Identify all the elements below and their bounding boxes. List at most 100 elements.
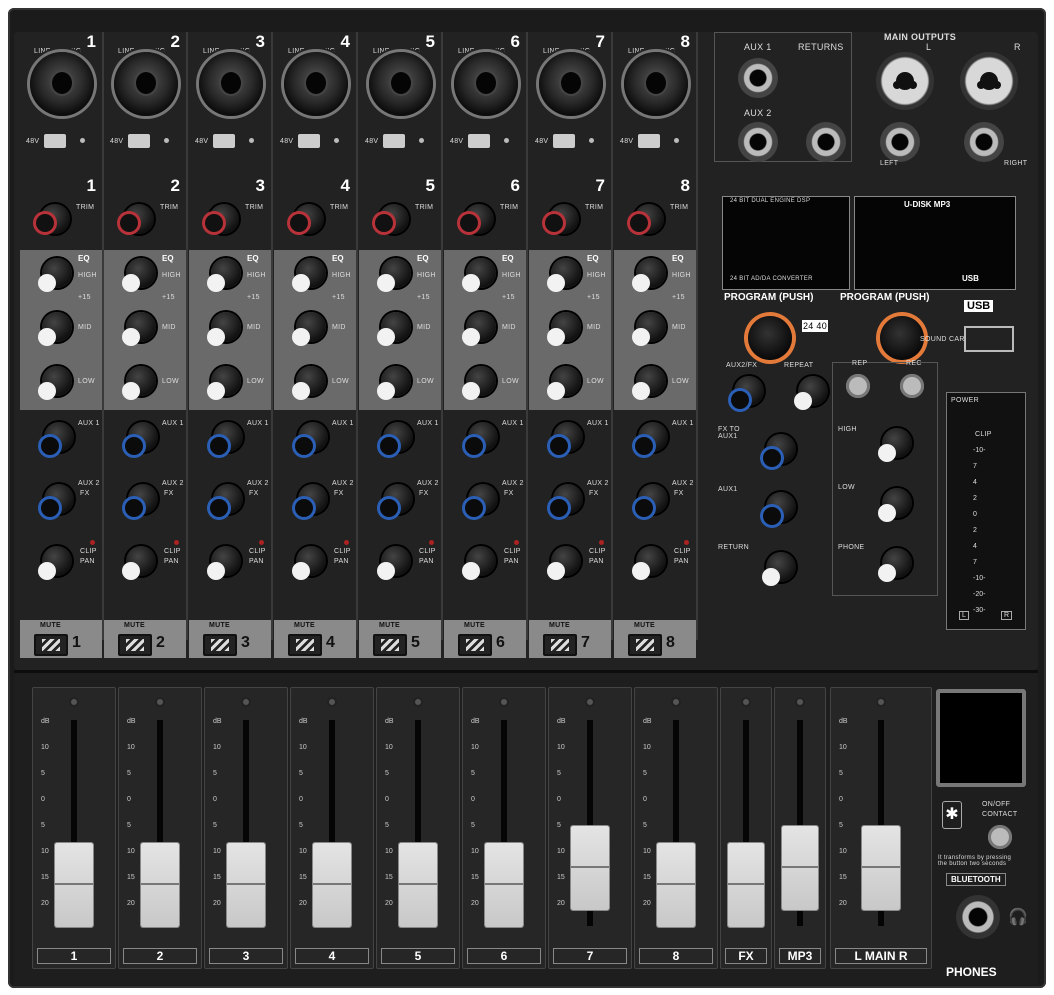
repeat-knob[interactable] <box>794 376 828 410</box>
pan-knob[interactable] <box>462 546 496 580</box>
mute-button[interactable] <box>628 634 662 656</box>
main-out-right-jack[interactable] <box>964 122 1004 162</box>
fader-knob[interactable] <box>782 826 818 910</box>
program-knob-1[interactable] <box>748 316 792 360</box>
trim-knob[interactable] <box>460 204 494 234</box>
pan-knob[interactable] <box>207 546 241 580</box>
pan-knob[interactable] <box>632 546 666 580</box>
rep-button[interactable] <box>846 374 870 398</box>
eq-high-knob[interactable] <box>547 258 581 292</box>
aux2-fx-knob[interactable] <box>125 484 158 517</box>
mute-button[interactable] <box>373 634 407 656</box>
pan-knob[interactable] <box>377 546 411 580</box>
pan-knob[interactable] <box>292 546 326 580</box>
mute-button[interactable] <box>118 634 152 656</box>
trim-knob[interactable] <box>630 204 664 234</box>
master-high-knob[interactable] <box>878 428 912 462</box>
aux2-fx-knob[interactable] <box>295 484 328 517</box>
mute-button[interactable] <box>34 634 68 656</box>
aux1-knob[interactable] <box>465 422 498 455</box>
main-out-xlr-right[interactable] <box>960 52 1018 110</box>
fader-knob[interactable] <box>313 843 351 927</box>
aux2-fx-knob[interactable] <box>380 484 413 517</box>
eq-mid-knob[interactable] <box>292 312 326 346</box>
aux2-fx-knob[interactable] <box>635 484 668 517</box>
mute-button[interactable] <box>288 634 322 656</box>
aux1-return-knob[interactable] <box>763 492 796 525</box>
eq-low-knob[interactable] <box>547 366 581 400</box>
eq-mid-knob[interactable] <box>38 312 72 346</box>
combo-input-jack[interactable] <box>114 52 178 116</box>
trim-knob[interactable] <box>545 204 579 234</box>
eq-low-knob[interactable] <box>122 366 156 400</box>
combo-input-jack[interactable] <box>30 52 94 116</box>
combo-input-jack[interactable] <box>199 52 263 116</box>
eq-mid-knob[interactable] <box>207 312 241 346</box>
combo-input-jack[interactable] <box>624 52 688 116</box>
eq-high-knob[interactable] <box>207 258 241 292</box>
eq-high-knob[interactable] <box>377 258 411 292</box>
trim-knob[interactable] <box>290 204 324 234</box>
phantom-switch[interactable] <box>553 134 575 148</box>
combo-input-jack[interactable] <box>369 52 433 116</box>
phantom-switch[interactable] <box>383 134 405 148</box>
aux1-knob[interactable] <box>550 422 583 455</box>
phantom-switch[interactable] <box>44 134 66 148</box>
bluetooth-contact-button[interactable] <box>988 825 1012 849</box>
aux1-knob[interactable] <box>380 422 413 455</box>
fader-knob[interactable] <box>571 826 609 910</box>
aux1-knob[interactable] <box>635 422 668 455</box>
eq-low-knob[interactable] <box>632 366 666 400</box>
aux1-knob[interactable] <box>210 422 243 455</box>
aux2-fx-knob[interactable] <box>210 484 243 517</box>
fader-knob[interactable] <box>55 843 93 927</box>
combo-input-jack[interactable] <box>284 52 348 116</box>
aux1-knob[interactable] <box>125 422 158 455</box>
fx-to-aux1-knob[interactable] <box>763 434 796 467</box>
eq-mid-knob[interactable] <box>462 312 496 346</box>
trim-knob[interactable] <box>36 204 70 234</box>
eq-high-knob[interactable] <box>122 258 156 292</box>
eq-low-knob[interactable] <box>377 366 411 400</box>
aux2fx-master-knob[interactable] <box>731 376 764 409</box>
return-left-jack[interactable] <box>806 122 846 162</box>
phone-knob[interactable] <box>878 548 912 582</box>
aux1-knob[interactable] <box>41 422 74 455</box>
phantom-switch[interactable] <box>128 134 150 148</box>
eq-high-knob[interactable] <box>632 258 666 292</box>
trim-knob[interactable] <box>120 204 154 234</box>
mute-button[interactable] <box>543 634 577 656</box>
pan-knob[interactable] <box>38 546 72 580</box>
aux2-fx-knob[interactable] <box>550 484 583 517</box>
pan-knob[interactable] <box>122 546 156 580</box>
fader-knob[interactable] <box>399 843 437 927</box>
return-knob[interactable] <box>762 552 796 586</box>
program-knob-2[interactable] <box>880 316 924 360</box>
combo-input-jack[interactable] <box>454 52 518 116</box>
eq-low-knob[interactable] <box>292 366 326 400</box>
mute-button[interactable] <box>458 634 492 656</box>
eq-low-knob[interactable] <box>207 366 241 400</box>
aux1-out-jack[interactable] <box>738 58 778 98</box>
trim-knob[interactable] <box>205 204 239 234</box>
trim-knob[interactable] <box>375 204 409 234</box>
eq-high-knob[interactable] <box>462 258 496 292</box>
phantom-switch[interactable] <box>638 134 660 148</box>
eq-low-knob[interactable] <box>462 366 496 400</box>
phantom-switch[interactable] <box>298 134 320 148</box>
combo-input-jack[interactable] <box>539 52 603 116</box>
aux2-fx-knob[interactable] <box>41 484 74 517</box>
fader-knob[interactable] <box>141 843 179 927</box>
fader-knob[interactable] <box>657 843 695 927</box>
aux2-out-jack[interactable] <box>738 122 778 162</box>
fader-knob[interactable] <box>728 843 764 927</box>
eq-high-knob[interactable] <box>292 258 326 292</box>
fader-knob[interactable] <box>862 826 900 910</box>
main-out-xlr-left[interactable] <box>876 52 934 110</box>
eq-mid-knob[interactable] <box>547 312 581 346</box>
eq-mid-knob[interactable] <box>632 312 666 346</box>
main-out-left-jack[interactable] <box>880 122 920 162</box>
rec-button[interactable] <box>900 374 924 398</box>
eq-high-knob[interactable] <box>38 258 72 292</box>
eq-mid-knob[interactable] <box>377 312 411 346</box>
